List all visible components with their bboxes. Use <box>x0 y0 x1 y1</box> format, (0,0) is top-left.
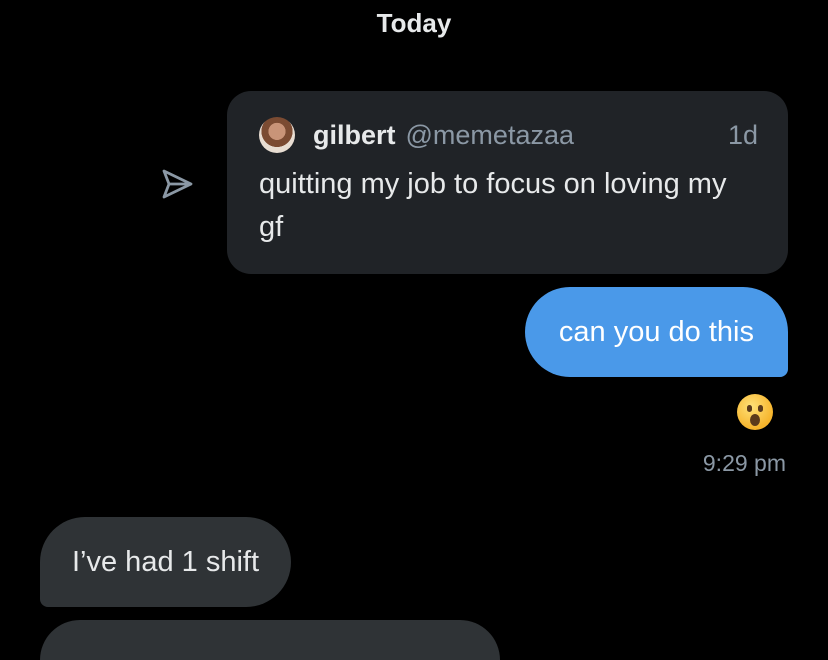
incoming-message-text: I’ve had 1 shift <box>72 545 259 578</box>
incoming-message-bubble[interactable]: I’ve had 1 shift <box>40 517 291 607</box>
send-arrow-icon[interactable] <box>158 165 196 203</box>
author-name[interactable]: gilbert <box>313 120 396 151</box>
avatar[interactable] <box>259 117 295 153</box>
message-timestamp: 9:29 pm <box>702 450 786 476</box>
quoted-post-header: gilbert @memetazaa 1d <box>259 113 758 157</box>
outgoing-message-bubble[interactable]: can you do this <box>524 287 788 377</box>
outgoing-message-text: can you do this <box>558 315 754 348</box>
date-separator: Today <box>376 8 452 38</box>
incoming-message-bubble-partial[interactable] <box>40 620 500 660</box>
emoji-eye-left <box>747 405 752 412</box>
post-age: 1d <box>727 119 758 150</box>
quoted-post-text: quitting my job to focus on loving my gf <box>259 168 727 243</box>
emoji-eye-right <box>758 405 763 412</box>
quoted-post-card[interactable]: gilbert @memetazaa 1d quitting my job to… <box>227 91 788 274</box>
emoji-mouth <box>750 414 760 426</box>
hushed-face-emoji-icon[interactable] <box>737 394 773 430</box>
author-handle[interactable]: @memetazaa <box>406 120 728 151</box>
